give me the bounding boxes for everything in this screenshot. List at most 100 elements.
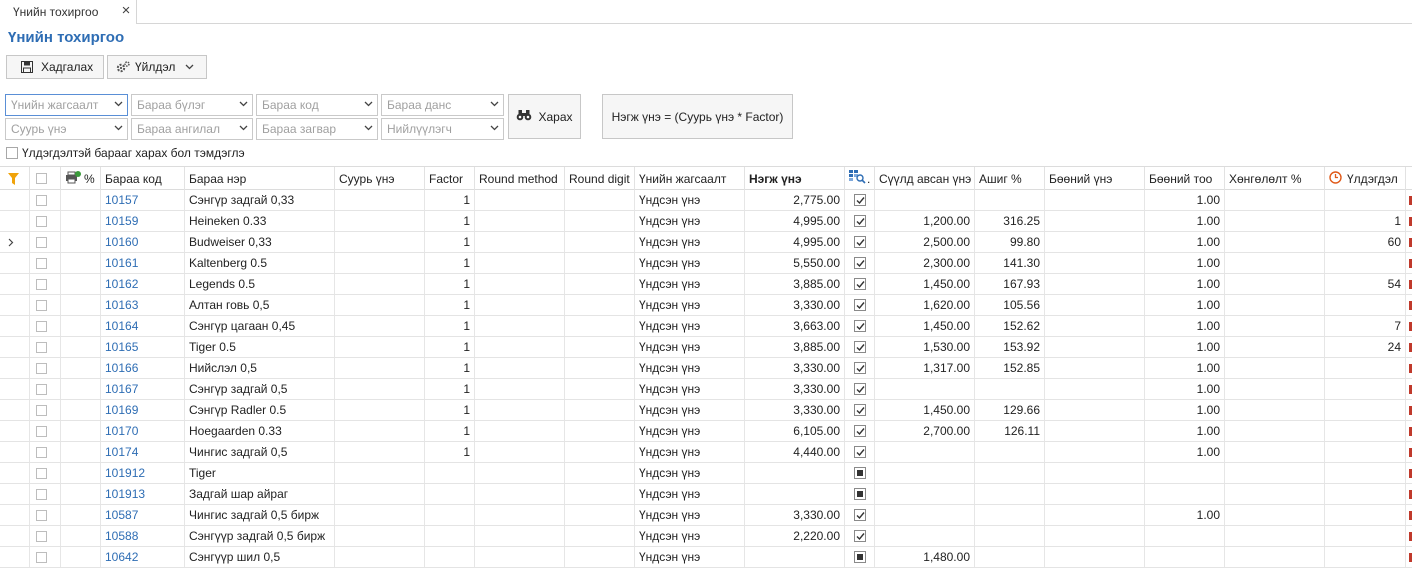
row-select-checkbox[interactable] bbox=[30, 337, 61, 357]
header-round-method[interactable]: Round method bbox=[475, 167, 565, 190]
header-unit-price[interactable]: Нэгж үнэ bbox=[745, 167, 845, 190]
header-name[interactable]: Бараа нэр bbox=[185, 167, 335, 190]
row-select-checkbox[interactable] bbox=[30, 484, 61, 504]
item-group-filter[interactable]: Бараа бүлэг bbox=[131, 94, 253, 116]
cell-flag[interactable] bbox=[845, 484, 875, 504]
header-profit[interactable]: Ашиг % bbox=[975, 167, 1045, 190]
row-select-checkbox[interactable] bbox=[30, 526, 61, 546]
row-select-checkbox[interactable] bbox=[30, 505, 61, 525]
cell-code[interactable]: 10157 bbox=[101, 190, 185, 210]
row-select-checkbox[interactable] bbox=[30, 421, 61, 441]
header-flag[interactable]: . bbox=[845, 167, 875, 190]
cell-flag[interactable] bbox=[845, 442, 875, 462]
cell-flag[interactable] bbox=[845, 463, 875, 483]
cell-code[interactable]: 10169 bbox=[101, 400, 185, 420]
table-row[interactable]: 10166 Нийслэл 0,5 1 Үндсэн үнэ 3,330.00 1,317… bbox=[0, 358, 1412, 379]
cell-flag[interactable] bbox=[845, 505, 875, 525]
table-row[interactable]: 10169 Сэнгүр Radler 0.5 1 Үндсэн үнэ 3,330.0… bbox=[0, 400, 1412, 421]
show-stock-checkbox[interactable] bbox=[6, 147, 18, 159]
tab-price-settings[interactable]: Үнийн тохиргоо × bbox=[0, 0, 137, 24]
header-percent[interactable]: % bbox=[61, 167, 101, 190]
table-row[interactable]: 10642 Сэнгүүр шил 0,5 Үндсэн үнэ 1,480.00 bbox=[0, 547, 1412, 568]
cell-code[interactable]: 10161 bbox=[101, 253, 185, 273]
row-select-checkbox[interactable] bbox=[30, 295, 61, 315]
row-select-checkbox[interactable] bbox=[30, 400, 61, 420]
table-row[interactable]: 10174 Чингис задгай 0,5 1 Үндсэн үнэ 4,440.0… bbox=[0, 442, 1412, 463]
cell-flag[interactable] bbox=[845, 253, 875, 273]
table-row[interactable]: 10159 Heineken 0.33 1 Үндсэн үнэ 4,995.00 1,2… bbox=[0, 211, 1412, 232]
select-all-checkbox[interactable] bbox=[30, 167, 61, 190]
cell-flag[interactable] bbox=[845, 526, 875, 546]
row-select-checkbox[interactable] bbox=[30, 547, 61, 567]
header-price-list[interactable]: Үнийн жагсаалт bbox=[635, 167, 745, 190]
header-round-digit[interactable]: Round digit bbox=[565, 167, 635, 190]
cell-code[interactable]: 10587 bbox=[101, 505, 185, 525]
supplier-filter[interactable]: Нийлүүлэгч bbox=[381, 118, 504, 140]
cell-flag[interactable] bbox=[845, 190, 875, 210]
price-list-filter[interactable]: Үнийн жагсаалт bbox=[5, 94, 128, 116]
header-factor[interactable]: Factor bbox=[425, 167, 475, 190]
cell-flag[interactable] bbox=[845, 358, 875, 378]
cell-code[interactable]: 10160 bbox=[101, 232, 185, 252]
row-select-checkbox[interactable] bbox=[30, 190, 61, 210]
cell-code[interactable]: 10162 bbox=[101, 274, 185, 294]
cell-flag[interactable] bbox=[845, 421, 875, 441]
row-select-checkbox[interactable] bbox=[30, 442, 61, 462]
cell-flag[interactable] bbox=[845, 232, 875, 252]
table-row[interactable]: 101912 Tiger Үндсэн үнэ bbox=[0, 463, 1412, 484]
row-select-checkbox[interactable] bbox=[30, 463, 61, 483]
cell-flag[interactable] bbox=[845, 379, 875, 399]
table-row[interactable]: 10587 Чингис задгай 0,5 бирж Үндсэн үнэ 3,3… bbox=[0, 505, 1412, 526]
cell-code[interactable]: 101913 bbox=[101, 484, 185, 504]
row-select-checkbox[interactable] bbox=[30, 253, 61, 273]
cell-flag[interactable] bbox=[845, 400, 875, 420]
cell-flag[interactable] bbox=[845, 295, 875, 315]
row-select-checkbox[interactable] bbox=[30, 316, 61, 336]
base-price-filter[interactable]: Суурь үнэ bbox=[5, 118, 128, 140]
filter-icon[interactable] bbox=[0, 167, 30, 190]
cell-code[interactable]: 10167 bbox=[101, 379, 185, 399]
cell-code[interactable]: 10163 bbox=[101, 295, 185, 315]
view-button[interactable]: Харах bbox=[508, 94, 581, 139]
table-row[interactable]: 10164 Сэнгүр цагаан 0,45 1 Үндсэн үнэ 3,663.… bbox=[0, 316, 1412, 337]
item-account-filter[interactable]: Бараа данс bbox=[381, 94, 504, 116]
cell-flag[interactable] bbox=[845, 337, 875, 357]
header-base-price[interactable]: Суурь үнэ bbox=[335, 167, 425, 190]
table-row[interactable]: 101913 Задгай шар айраг Үндсэн үнэ bbox=[0, 484, 1412, 505]
save-button[interactable]: Хадгалах bbox=[6, 55, 104, 79]
cell-code[interactable]: 10170 bbox=[101, 421, 185, 441]
table-row[interactable]: 10167 Сэнгүр задгай 0,5 1 Үндсэн үнэ 3,330.0… bbox=[0, 379, 1412, 400]
cell-flag[interactable] bbox=[845, 316, 875, 336]
table-row[interactable]: 10165 Tiger 0.5 1 Үндсэн үнэ 3,885.00 1,530.0… bbox=[0, 337, 1412, 358]
cell-code[interactable]: 10588 bbox=[101, 526, 185, 546]
cell-flag[interactable] bbox=[845, 274, 875, 294]
table-row[interactable]: 10170 Hoegaarden 0.33 1 Үндсэн үнэ 6,105.00 2… bbox=[0, 421, 1412, 442]
row-select-checkbox[interactable] bbox=[30, 358, 61, 378]
cell-flag[interactable] bbox=[845, 211, 875, 231]
header-code[interactable]: Бараа код bbox=[101, 167, 185, 190]
cell-flag[interactable] bbox=[845, 547, 875, 567]
item-class-filter[interactable]: Бараа ангилал bbox=[131, 118, 253, 140]
table-row[interactable]: 10163 Алтан говь 0,5 1 Үндсэн үнэ 3,330.00 1,… bbox=[0, 295, 1412, 316]
show-stock-checkbox-row[interactable]: Үлдэгдэлтэй барааг харах бол тэмдэглэ bbox=[6, 146, 245, 160]
table-row[interactable]: 10588 Сэнгүүр задгай 0,5 бирж Үндсэн үнэ 2,… bbox=[0, 526, 1412, 547]
row-select-checkbox[interactable] bbox=[30, 379, 61, 399]
header-wholesale-qty[interactable]: Бөөний тоо bbox=[1145, 167, 1225, 190]
header-wholesale-price[interactable]: Бөөний үнэ bbox=[1045, 167, 1145, 190]
cell-code[interactable]: 10159 bbox=[101, 211, 185, 231]
action-dropdown-button[interactable]: Үйлдэл bbox=[107, 55, 207, 79]
header-discount[interactable]: Хөнгөлөлт % bbox=[1225, 167, 1325, 190]
cell-code[interactable]: 10642 bbox=[101, 547, 185, 567]
close-icon[interactable]: × bbox=[119, 3, 133, 18]
cell-code[interactable]: 10166 bbox=[101, 358, 185, 378]
row-select-checkbox[interactable] bbox=[30, 274, 61, 294]
item-model-filter[interactable]: Бараа загвар bbox=[256, 118, 378, 140]
table-row[interactable]: 10161 Kaltenberg 0.5 1 Үндсэн үнэ 5,550.00 2,… bbox=[0, 253, 1412, 274]
cell-code[interactable]: 10174 bbox=[101, 442, 185, 462]
header-last-purchase[interactable]: Сүүлд авсан үнэ bbox=[875, 167, 975, 190]
cell-code[interactable]: 10165 bbox=[101, 337, 185, 357]
header-stock[interactable]: Үлдэгдэл bbox=[1325, 167, 1406, 190]
row-select-checkbox[interactable] bbox=[30, 211, 61, 231]
table-row[interactable]: 10162 Legends 0.5 1 Үндсэн үнэ 3,885.00 1,450… bbox=[0, 274, 1412, 295]
table-row[interactable]: 10157 Сэнгүр задгай 0,33 1 Үндсэн үнэ 2,775.… bbox=[0, 190, 1412, 211]
